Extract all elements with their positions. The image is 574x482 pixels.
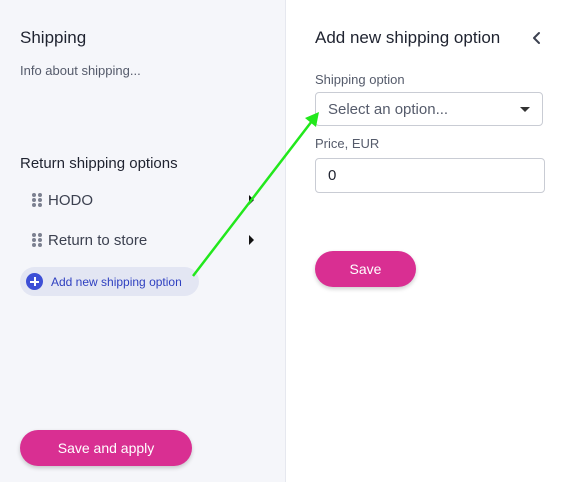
shipping-option-hodo[interactable]: HODO bbox=[32, 189, 254, 211]
save-and-apply-button[interactable]: Save and apply bbox=[20, 430, 192, 466]
plus-circle-icon bbox=[26, 273, 43, 290]
shipping-option-field-label: Shipping option bbox=[315, 72, 405, 87]
shipping-info: Info about shipping... bbox=[20, 63, 141, 78]
chevron-left-icon[interactable] bbox=[531, 31, 543, 45]
add-shipping-option-title: Add new shipping option bbox=[315, 28, 501, 47]
drag-handle-icon[interactable] bbox=[32, 193, 42, 207]
caret-down-icon bbox=[520, 107, 530, 112]
shipping-option-select[interactable]: Select an option... bbox=[315, 92, 543, 126]
add-shipping-option-button[interactable]: Add new shipping option bbox=[20, 267, 199, 296]
shipping-option-return-to-store[interactable]: Return to store bbox=[32, 229, 254, 251]
shipping-option-placeholder: Select an option... bbox=[328, 101, 449, 118]
left-panel: Shipping Info about shipping... Return s… bbox=[0, 0, 285, 482]
price-input[interactable] bbox=[315, 158, 545, 193]
shipping-option-label: Return to store bbox=[48, 231, 148, 249]
caret-right-icon[interactable] bbox=[249, 195, 254, 205]
return-shipping-heading: Return shipping options bbox=[20, 155, 178, 172]
shipping-option-label: HODO bbox=[48, 191, 93, 209]
shipping-title: Shipping bbox=[20, 28, 87, 47]
add-shipping-option-label: Add new shipping option bbox=[51, 274, 182, 289]
save-button[interactable]: Save bbox=[315, 251, 416, 287]
price-field-label: Price, EUR bbox=[315, 136, 380, 151]
right-panel: Add new shipping option Shipping option … bbox=[286, 0, 574, 482]
caret-right-icon[interactable] bbox=[249, 235, 254, 245]
drag-handle-icon[interactable] bbox=[32, 233, 42, 247]
